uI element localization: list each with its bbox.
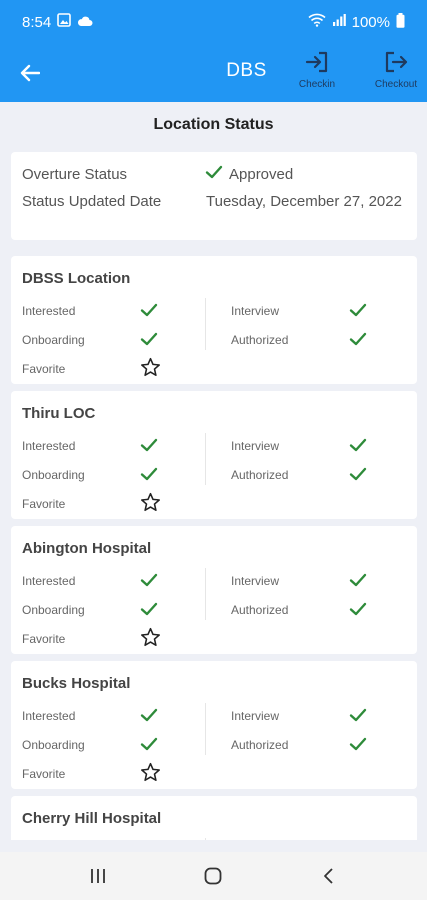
battery-icon bbox=[396, 12, 405, 32]
checkout-button[interactable]: Checkout bbox=[368, 50, 424, 96]
check-icon bbox=[140, 302, 158, 323]
battery-percent: 100% bbox=[351, 13, 390, 31]
interview-label: Interview bbox=[231, 304, 280, 318]
check-icon bbox=[140, 466, 158, 487]
interview-label: Interview bbox=[231, 709, 280, 723]
location-card[interactable]: DBSS Location Interested Interview Onboa… bbox=[11, 256, 417, 384]
app-bar: DBS Checkin Checkout bbox=[0, 44, 427, 102]
check-icon bbox=[349, 601, 367, 622]
check-icon bbox=[349, 572, 367, 593]
recent-apps-button[interactable] bbox=[78, 856, 118, 896]
star-outline-icon[interactable] bbox=[140, 762, 161, 787]
location-card[interactable]: Abington Hospital Interested Interview O… bbox=[11, 526, 417, 654]
onboarding-label: Onboarding bbox=[22, 603, 85, 617]
authorized-label: Authorized bbox=[231, 333, 289, 347]
login-icon bbox=[305, 51, 328, 73]
location-list[interactable]: DBSS Location Interested Interview Onboa… bbox=[0, 252, 427, 840]
home-icon bbox=[205, 867, 222, 885]
interested-label: Interested bbox=[22, 709, 76, 723]
status-date-value: Tuesday, December 27, 2022 bbox=[206, 193, 402, 210]
page-title: Location Status bbox=[153, 116, 274, 133]
check-icon bbox=[140, 331, 158, 352]
check-icon bbox=[140, 572, 158, 593]
system-nav-bar bbox=[0, 852, 427, 900]
location-name: Cherry Hill Hospital bbox=[22, 810, 162, 827]
onboarding-label: Onboarding bbox=[22, 333, 85, 347]
wifi-icon bbox=[308, 13, 326, 31]
column-divider bbox=[205, 703, 206, 755]
logout-icon bbox=[385, 51, 408, 73]
star-outline-icon[interactable] bbox=[140, 357, 161, 382]
status-time: 8:54 bbox=[22, 13, 52, 31]
system-back-button[interactable] bbox=[309, 856, 349, 896]
favorite-label: Favorite bbox=[22, 362, 66, 376]
location-card[interactable]: Cherry Hill Hospital bbox=[11, 796, 417, 840]
overture-status-value: Approved bbox=[229, 166, 294, 183]
home-button[interactable] bbox=[193, 856, 233, 896]
location-name: Abington Hospital bbox=[22, 540, 152, 557]
authorized-label: Authorized bbox=[231, 468, 289, 482]
authorized-label: Authorized bbox=[231, 603, 289, 617]
check-icon bbox=[349, 302, 367, 323]
star-outline-icon[interactable] bbox=[140, 627, 161, 652]
location-name: Thiru LOC bbox=[22, 405, 96, 422]
recent-apps-icon bbox=[90, 869, 105, 883]
column-divider bbox=[205, 838, 206, 840]
chevron-left-icon bbox=[324, 868, 333, 884]
location-card[interactable]: Thiru LOC Interested Interview Onboardin… bbox=[11, 391, 417, 519]
check-icon bbox=[349, 707, 367, 728]
check-icon bbox=[140, 437, 158, 458]
location-card[interactable]: Bucks Hospital Interested Interview Onbo… bbox=[11, 661, 417, 789]
check-icon bbox=[140, 707, 158, 728]
interested-label: Interested bbox=[22, 304, 76, 318]
favorite-label: Favorite bbox=[22, 767, 66, 781]
star-outline-icon[interactable] bbox=[140, 492, 161, 517]
location-name: DBSS Location bbox=[22, 270, 131, 287]
onboarding-label: Onboarding bbox=[22, 468, 85, 482]
status-date-label: Status Updated Date bbox=[22, 193, 162, 210]
overture-status-label: Overture Status bbox=[22, 166, 128, 183]
signal-icon bbox=[332, 13, 346, 31]
interested-label: Interested bbox=[22, 439, 76, 453]
checkin-label: Checkin bbox=[298, 79, 336, 90]
favorite-label: Favorite bbox=[22, 497, 66, 511]
authorized-label: Authorized bbox=[231, 738, 289, 752]
check-icon bbox=[205, 164, 223, 185]
column-divider bbox=[205, 298, 206, 350]
check-icon bbox=[140, 736, 158, 757]
interested-label: Interested bbox=[22, 574, 76, 588]
check-icon bbox=[349, 437, 367, 458]
favorite-label: Favorite bbox=[22, 632, 66, 646]
check-icon bbox=[349, 736, 367, 757]
check-icon bbox=[140, 601, 158, 622]
checkin-button[interactable]: Checkin bbox=[289, 50, 345, 96]
onboarding-label: Onboarding bbox=[22, 738, 85, 752]
cloud-icon bbox=[77, 14, 93, 31]
location-name: Bucks Hospital bbox=[22, 675, 131, 692]
column-divider bbox=[205, 568, 206, 620]
gallery-icon bbox=[57, 13, 72, 31]
status-bar: 8:54 100% bbox=[0, 0, 427, 44]
check-icon bbox=[349, 466, 367, 487]
check-icon bbox=[349, 331, 367, 352]
overture-status-card: Overture Status Approved Status Updated … bbox=[11, 152, 417, 240]
interview-label: Interview bbox=[231, 574, 280, 588]
app-title: DBS bbox=[226, 60, 267, 81]
interview-label: Interview bbox=[231, 439, 280, 453]
checkout-label: Checkout bbox=[374, 79, 418, 90]
column-divider bbox=[205, 433, 206, 485]
